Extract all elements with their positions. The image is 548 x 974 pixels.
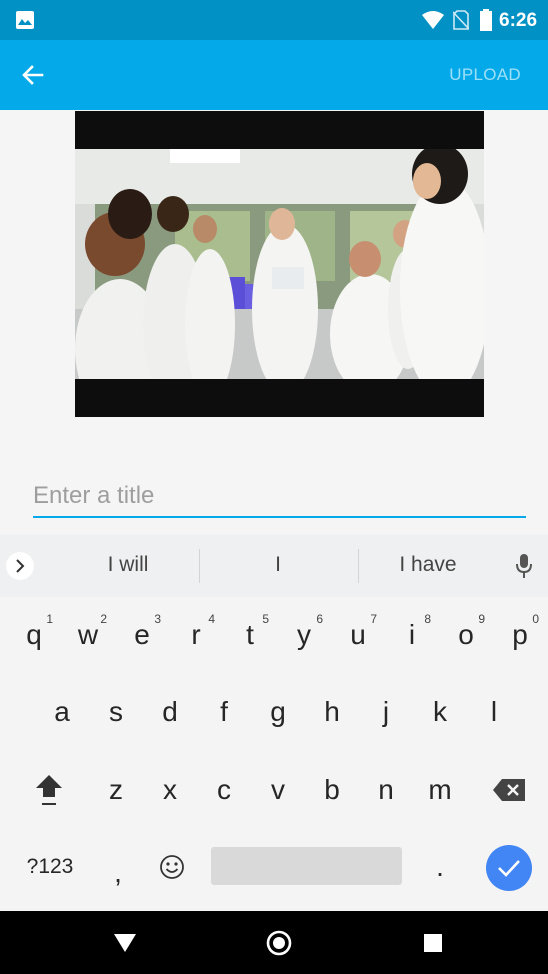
spacebar[interactable] [211,847,402,885]
video-preview[interactable] [75,111,484,417]
comma-key[interactable]: , [93,843,143,903]
shift-icon [36,775,62,805]
key-o[interactable]: o9 [441,605,491,665]
key-j[interactable]: j [361,682,411,742]
suggestion-divider [358,549,359,583]
back-triangle-icon[interactable] [114,934,136,952]
title-field[interactable] [33,476,526,520]
home-circle-icon[interactable] [265,929,293,957]
suggestion-item[interactable]: I will [86,553,170,577]
title-input[interactable] [33,476,526,516]
battery-icon [480,9,492,31]
key-f[interactable]: f [199,682,249,742]
key-q[interactable]: q1 [9,605,59,665]
symbols-key[interactable]: ?123 [21,837,79,897]
key-y[interactable]: y6 [279,605,329,665]
arrow-back-icon[interactable] [18,60,48,90]
emoji-key[interactable] [147,837,197,897]
enter-button[interactable] [486,845,532,891]
key-p[interactable]: p0 [495,605,545,665]
clock: 6:26 [499,10,538,31]
overview-square-icon[interactable] [424,934,442,952]
video-thumbnail [75,149,484,379]
key-z[interactable]: z [91,760,141,820]
suggestion-divider [199,549,200,583]
key-g[interactable]: g [253,682,303,742]
suggestion-item[interactable]: I [236,553,320,577]
key-b[interactable]: b [307,760,357,820]
key-d[interactable]: d [145,682,195,742]
key-c[interactable]: c [199,760,249,820]
key-n[interactable]: n [361,760,411,820]
suggestion-strip: I will I I have [0,535,548,597]
key-r[interactable]: r4 [171,605,221,665]
microphone-icon[interactable] [515,553,533,579]
navigation-bar [0,911,548,974]
keyboard: q1 w2 e3 r4 t5 y6 u7 i8 o9 p0 a s d f g … [0,597,548,911]
wifi-icon [422,11,444,29]
title-underline [33,516,526,518]
key-i[interactable]: i8 [387,605,437,665]
status-bar: 6:26 [0,0,548,40]
key-l[interactable]: l [469,682,519,742]
backspace-icon [493,779,525,801]
app-bar: UPLOAD [0,40,548,110]
key-s[interactable]: s [91,682,141,742]
gallery-icon [16,11,34,29]
upload-button[interactable]: UPLOAD [449,65,521,85]
period-key[interactable]: . [415,837,465,897]
key-k[interactable]: k [415,682,465,742]
checkmark-icon [498,860,520,877]
suggestion-item[interactable]: I have [386,553,470,577]
key-w[interactable]: w2 [63,605,113,665]
key-t[interactable]: t5 [225,605,275,665]
emoji-icon [160,855,184,879]
shift-key[interactable] [24,760,74,820]
key-a[interactable]: a [37,682,87,742]
key-m[interactable]: m [415,760,465,820]
key-h[interactable]: h [307,682,357,742]
expand-suggestions-button[interactable] [6,552,34,580]
key-v[interactable]: v [253,760,303,820]
key-x[interactable]: x [145,760,195,820]
no-sim-icon [453,10,469,30]
key-e[interactable]: e3 [117,605,167,665]
chevron-right-icon [16,559,25,573]
key-u[interactable]: u7 [333,605,383,665]
backspace-key[interactable] [484,760,534,820]
